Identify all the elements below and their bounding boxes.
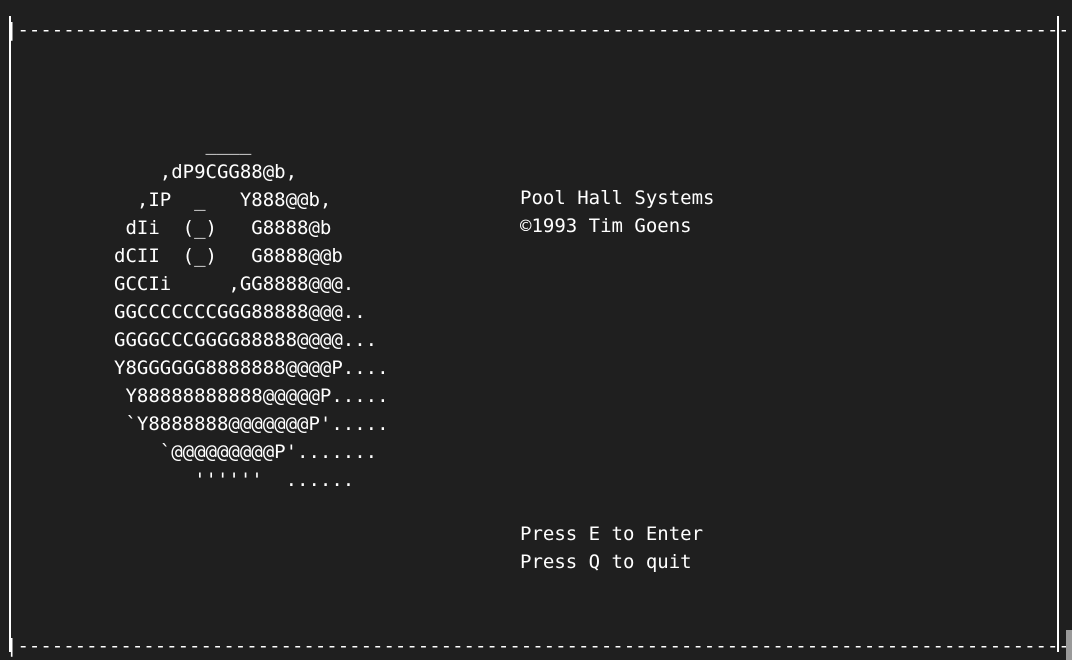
left-border [9,16,11,652]
terminal-window: |---------------------------------------… [0,0,1072,660]
right-border [1057,16,1059,652]
app-title: Pool Hall Systems [520,187,715,209]
quit-prompt[interactable]: Press Q to quit [520,548,692,576]
pool-ball-ascii-art: ____ ,dP9CGG88@b, ,IP _ Y888@@b, dIi (_)… [114,133,389,491]
top-border: |---------------------------------------… [6,19,1066,41]
copyright-text: ©1993 Tim Goens [520,215,692,237]
enter-prompt[interactable]: Press E to Enter [520,520,703,548]
bottom-border: |---------------------------------------… [6,635,1066,657]
scrollbar[interactable] [1066,630,1072,660]
